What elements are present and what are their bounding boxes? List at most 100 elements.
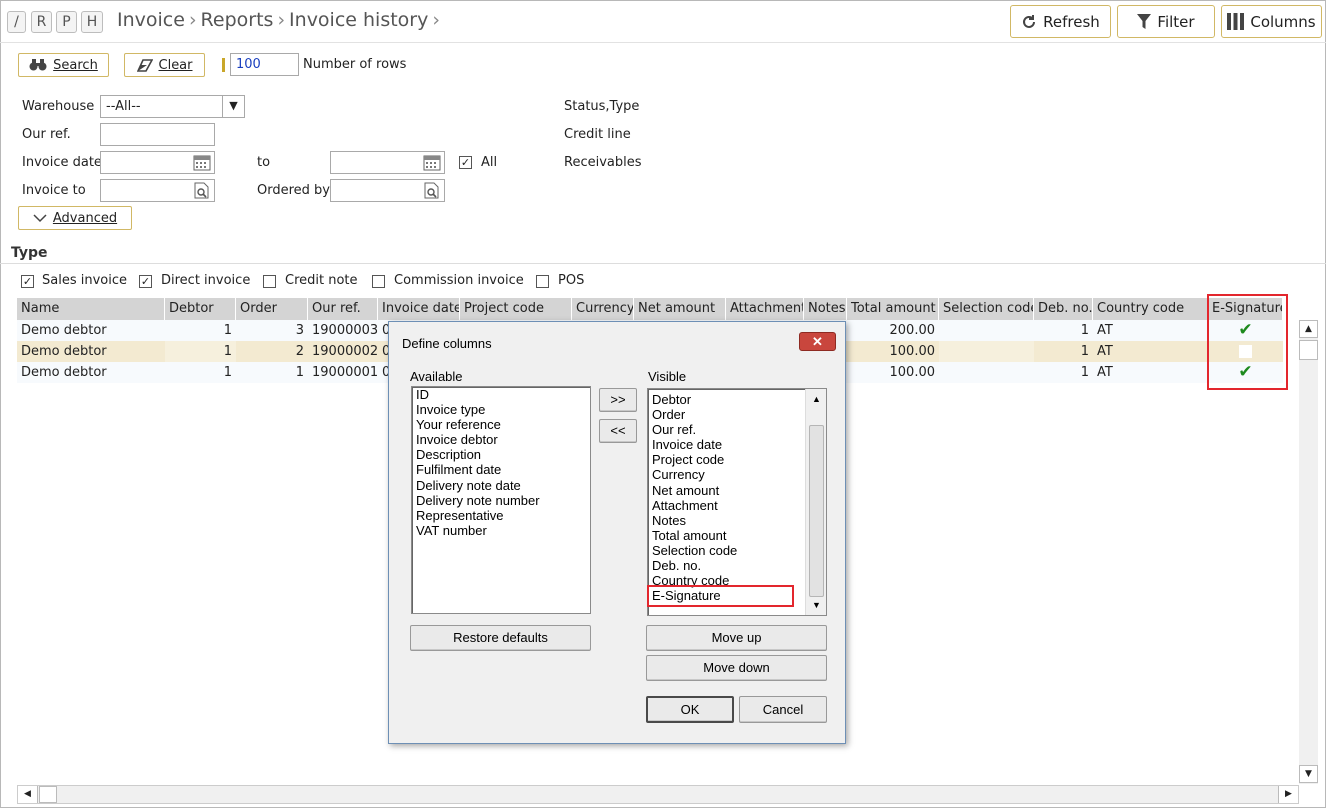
receivables-label[interactable]: Receivables [564, 155, 642, 170]
all-checkbox[interactable]: ✓ [459, 156, 472, 169]
col-order[interactable]: Order [236, 298, 308, 320]
vertical-scrollbar[interactable]: ▲ ▼ [1299, 320, 1318, 784]
col-selection-code[interactable]: Selection code [939, 298, 1034, 320]
scroll-thumb[interactable] [809, 425, 824, 597]
nav-h-button[interactable]: H [81, 11, 103, 33]
cell-debtor: 1 [223, 365, 232, 380]
rows-input[interactable]: 100 [230, 53, 299, 76]
list-item[interactable]: Invoice date [648, 437, 826, 452]
scroll-up-icon[interactable]: ▲ [1299, 320, 1318, 338]
col-currency[interactable]: Currency [572, 298, 634, 320]
advanced-button[interactable]: Advanced [18, 206, 132, 230]
horizontal-scrollbar[interactable]: ◀ ▶ [17, 785, 1299, 804]
define-columns-dialog: Define columns ✕ Available ID Invoice ty… [388, 321, 846, 744]
list-item[interactable]: Currency [648, 467, 826, 482]
pos-checkbox[interactable] [536, 275, 549, 288]
list-item[interactable]: Net amount [648, 483, 826, 498]
credit-line-label[interactable]: Credit line [564, 127, 631, 142]
list-item[interactable]: Deb. no. [648, 558, 826, 573]
chevron-down-icon [33, 213, 47, 222]
list-item[interactable]: Your reference [412, 417, 590, 432]
dialog-title: Define columns [402, 336, 492, 351]
col-project-code[interactable]: Project code [460, 298, 572, 320]
list-item[interactable]: Notes [648, 513, 826, 528]
available-list[interactable]: ID Invoice type Your reference Invoice d… [411, 386, 591, 614]
h-scroll-thumb[interactable] [39, 786, 57, 803]
list-item[interactable]: Delivery note number [412, 493, 590, 508]
credit-note-checkbox[interactable] [263, 275, 276, 288]
list-item[interactable]: Project code [648, 452, 826, 467]
add-column-button[interactable]: >> [599, 388, 637, 412]
scroll-down-icon[interactable]: ▼ [806, 597, 826, 613]
col-our-ref[interactable]: Our ref. [308, 298, 378, 320]
move-up-button[interactable]: Move up [646, 625, 827, 651]
our-ref-input[interactable] [100, 123, 215, 146]
commission-invoice-checkbox[interactable] [372, 275, 385, 288]
breadcrumb-invoice[interactable]: Invoice [117, 9, 185, 31]
col-country-code[interactable]: Country code [1093, 298, 1208, 320]
scroll-right-icon[interactable]: ▶ [1278, 786, 1298, 803]
list-item[interactable]: Our ref. [648, 422, 826, 437]
search-button[interactable]: Search [18, 53, 109, 77]
remove-column-button[interactable]: << [599, 419, 637, 443]
scroll-up-icon[interactable]: ▲ [806, 391, 826, 407]
list-item[interactable]: Order [648, 407, 826, 422]
col-net-amount[interactable]: Net amount [634, 298, 726, 320]
list-item[interactable]: ID [412, 387, 590, 402]
list-item[interactable]: Debtor [648, 392, 826, 407]
columns-button[interactable]: Columns [1221, 5, 1322, 38]
nav-r-button[interactable]: R [31, 11, 52, 33]
move-down-button[interactable]: Move down [646, 655, 827, 681]
scroll-down-icon[interactable]: ▼ [1299, 765, 1318, 783]
visible-list[interactable]: Debtor Order Our ref. Invoice date Proje… [647, 388, 827, 616]
refresh-label: Refresh [1043, 12, 1100, 31]
list-scrollbar[interactable]: ▲ ▼ [805, 389, 826, 615]
chevron-down-icon[interactable]: ▼ [222, 96, 244, 117]
scroll-left-icon[interactable]: ◀ [18, 786, 38, 803]
ordered-by-input[interactable] [330, 179, 445, 202]
sales-invoice-checkbox[interactable]: ✓ [21, 275, 34, 288]
invoice-to-input[interactable] [100, 179, 215, 202]
list-item[interactable]: Selection code [648, 543, 826, 558]
filter-button[interactable]: Filter [1117, 5, 1215, 38]
cell-debtor: 1 [223, 323, 232, 338]
col-notes[interactable]: Notes [804, 298, 847, 320]
scroll-thumb[interactable] [1299, 340, 1318, 360]
type-divider [0, 263, 1326, 264]
col-total-amount[interactable]: Total amount [847, 298, 939, 320]
col-debtor[interactable]: Debtor [165, 298, 236, 320]
cancel-button[interactable]: Cancel [739, 696, 827, 723]
list-item[interactable]: Description [412, 447, 590, 462]
list-item[interactable]: Invoice type [412, 402, 590, 417]
lookup-icon[interactable] [193, 182, 211, 199]
cell-our-ref: 19000003 [312, 323, 378, 338]
nav-p-button[interactable]: P [56, 11, 77, 33]
clear-button[interactable]: Clear [124, 53, 205, 77]
ok-button[interactable]: OK [646, 696, 734, 723]
nav-slash-button[interactable]: / [7, 11, 26, 33]
list-item[interactable]: Invoice debtor [412, 432, 590, 447]
list-item[interactable]: Delivery note date [412, 478, 590, 493]
invoice-date-to-input[interactable] [330, 151, 445, 174]
col-deb-no[interactable]: Deb. no. [1034, 298, 1093, 320]
calendar-icon[interactable] [423, 154, 441, 171]
status-type-label[interactable]: Status,Type [564, 99, 639, 114]
close-icon[interactable]: ✕ [799, 332, 836, 351]
warehouse-select[interactable]: --All-- ▼ [100, 95, 245, 118]
list-item[interactable]: Fulfilment date [412, 462, 590, 477]
col-invoice-date[interactable]: Invoice date [378, 298, 460, 320]
col-name[interactable]: Name [17, 298, 165, 320]
calendar-icon[interactable] [193, 154, 211, 171]
list-item[interactable]: Total amount [648, 528, 826, 543]
breadcrumb-reports[interactable]: Reports [201, 9, 274, 31]
col-attachment[interactable]: Attachment [726, 298, 804, 320]
lookup-icon[interactable] [423, 182, 441, 199]
cell-total-amount: 100.00 [889, 344, 936, 359]
invoice-date-from-input[interactable] [100, 151, 215, 174]
list-item[interactable]: Attachment [648, 498, 826, 513]
refresh-button[interactable]: Refresh [1010, 5, 1111, 38]
list-item[interactable]: VAT number [412, 523, 590, 538]
list-item[interactable]: Representative [412, 508, 590, 523]
direct-invoice-checkbox[interactable]: ✓ [139, 275, 152, 288]
restore-defaults-button[interactable]: Restore defaults [410, 625, 591, 651]
